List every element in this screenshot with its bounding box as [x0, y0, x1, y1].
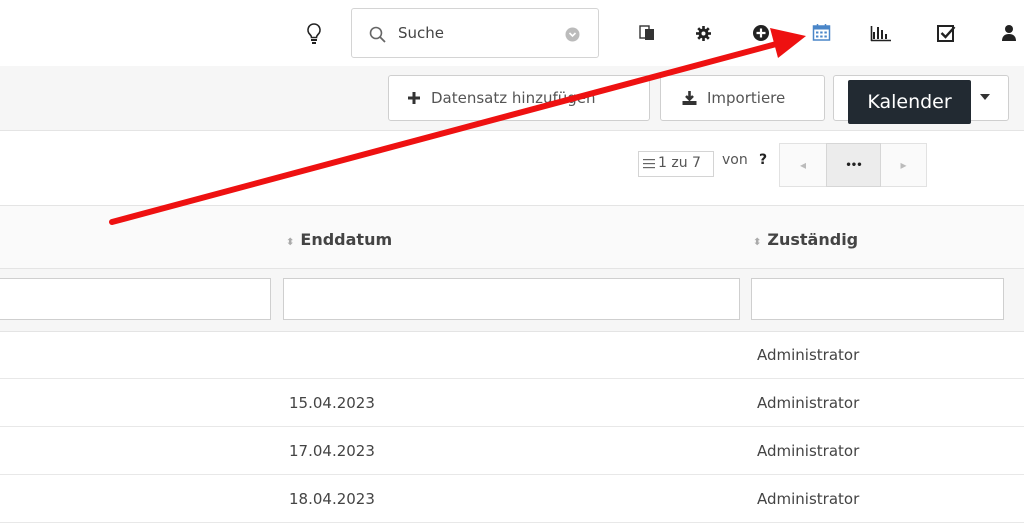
list-icon: [643, 158, 655, 169]
search-input[interactable]: Suche: [398, 24, 444, 42]
table-row[interactable]: 15.04.2023 Administrator: [0, 379, 1024, 427]
column-header-zustaendig[interactable]: ⬍ Zuständig: [753, 230, 858, 249]
add-record-button[interactable]: Datensatz hinzufügen: [388, 75, 650, 121]
page-size-selector[interactable]: 1 zu 7: [638, 151, 714, 177]
pager-of-label: von: [722, 152, 748, 168]
cell-zustaendig: Administrator: [757, 490, 860, 508]
plus-icon: [407, 91, 421, 105]
table-row[interactable]: 17.04.2023 Administrator: [0, 427, 1024, 475]
filter-row: [0, 269, 1024, 332]
chevron-right-icon: ▸: [900, 158, 907, 172]
checkbox-icon[interactable]: [935, 22, 957, 44]
table-row[interactable]: Administrator: [0, 331, 1024, 379]
plus-circle-icon[interactable]: [752, 24, 770, 42]
next-page-button[interactable]: ▸: [881, 143, 927, 187]
search-box[interactable]: Suche: [351, 8, 599, 58]
add-record-label: Datensatz hinzufügen: [431, 89, 596, 107]
cell-enddatum: 18.04.2023: [289, 490, 375, 508]
translate-icon[interactable]: [638, 24, 656, 42]
cell-enddatum: 15.04.2023: [289, 394, 375, 412]
cell-zustaendig: Administrator: [757, 346, 860, 364]
cell-enddatum: 17.04.2023: [289, 442, 375, 460]
sort-icon: ⬍: [286, 237, 295, 248]
search-icon: [368, 25, 386, 43]
import-label: Importiere: [707, 89, 786, 107]
lightbulb-icon[interactable]: [305, 22, 323, 46]
page-range: 1 zu 7: [658, 155, 701, 171]
calendar-tooltip: Kalender: [848, 80, 971, 124]
calendar-icon[interactable]: [811, 22, 831, 42]
column-header-enddatum[interactable]: ⬍ Enddatum: [286, 230, 392, 249]
chevron-down-icon[interactable]: [564, 26, 580, 42]
cell-zustaendig: Administrator: [757, 442, 860, 460]
caret-down-icon[interactable]: [980, 93, 990, 101]
column-label: Zuständig: [767, 230, 859, 249]
cell-zustaendig: Administrator: [757, 394, 860, 412]
prev-page-button[interactable]: ◂: [779, 143, 826, 187]
chevron-left-icon: ◂: [799, 158, 807, 172]
pager-total: ?: [759, 152, 768, 168]
more-pages-button[interactable]: •••: [826, 143, 881, 187]
bar-chart-icon[interactable]: [870, 23, 892, 43]
filter-input-zustaendig[interactable]: [751, 278, 1004, 320]
download-icon: [681, 90, 698, 106]
grid-header: ⬍ Enddatum ⬍ Zuständig: [0, 205, 1024, 269]
filter-input-enddatum[interactable]: [283, 278, 740, 320]
table-row[interactable]: 18.04.2023 Administrator: [0, 475, 1024, 523]
sort-icon: ⬍: [753, 237, 762, 248]
gear-icon[interactable]: [694, 24, 712, 42]
column-label: Enddatum: [300, 230, 393, 249]
user-icon[interactable]: [1000, 23, 1018, 43]
ellipsis-label: •••: [845, 159, 862, 171]
import-button[interactable]: Importiere: [660, 75, 825, 121]
top-navbar: Suche: [0, 0, 1024, 67]
filter-input-previous-column[interactable]: [0, 278, 271, 320]
